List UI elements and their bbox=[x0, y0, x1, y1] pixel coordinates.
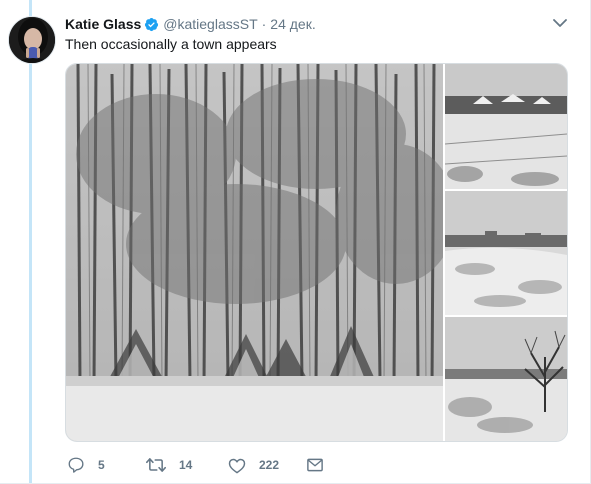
reply-icon bbox=[68, 457, 84, 473]
media-grid bbox=[65, 63, 568, 442]
more-options-button[interactable] bbox=[552, 15, 568, 31]
photo-field[interactable] bbox=[445, 191, 567, 315]
envelope-icon bbox=[307, 458, 323, 472]
retweet-icon bbox=[146, 458, 166, 472]
like-button[interactable]: 222 bbox=[228, 455, 279, 475]
photo-tree[interactable] bbox=[445, 317, 567, 441]
photo-village[interactable] bbox=[445, 64, 567, 189]
reply-count: 5 bbox=[98, 458, 105, 472]
heart-icon bbox=[228, 458, 246, 473]
timestamp[interactable]: 24 дек. bbox=[270, 16, 315, 32]
tweet-header: Katie Glass @katieglassST · 24 дек. bbox=[65, 15, 316, 33]
author-handle[interactable]: @katieglassST bbox=[163, 16, 257, 32]
chevron-down-icon bbox=[553, 18, 567, 27]
reply-button[interactable]: 5 bbox=[67, 455, 105, 475]
photo-forest[interactable] bbox=[66, 64, 443, 441]
retweet-button[interactable]: 14 bbox=[146, 455, 192, 475]
thread-line bbox=[29, 0, 32, 484]
verified-badge-icon bbox=[144, 17, 159, 32]
retweet-count: 14 bbox=[179, 458, 193, 472]
direct-message-button[interactable] bbox=[306, 455, 324, 475]
avatar[interactable] bbox=[8, 16, 56, 64]
like-count: 222 bbox=[259, 458, 280, 472]
tweet-text: Then occasionally a town appears bbox=[65, 36, 277, 52]
author-name[interactable]: Katie Glass bbox=[65, 16, 141, 32]
separator-dot: · bbox=[261, 16, 267, 32]
